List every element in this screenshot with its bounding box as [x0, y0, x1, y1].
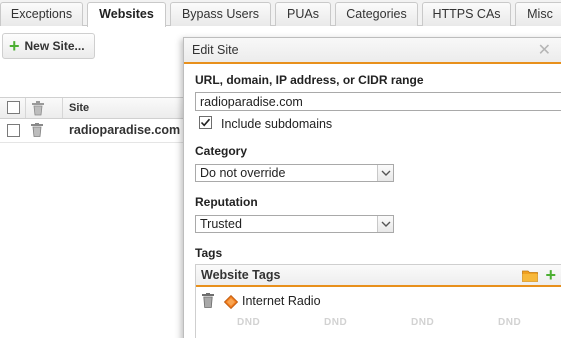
reputation-label: Reputation	[195, 195, 258, 209]
tab-bypass-users[interactable]: Bypass Users	[170, 2, 271, 26]
tags-panel-header: Website Tags +	[196, 265, 561, 287]
include-subdomains-label: Include subdomains	[221, 117, 333, 131]
row-checkbox[interactable]	[7, 124, 20, 137]
category-select[interactable]: Do not override	[195, 164, 394, 182]
select-all-checkbox[interactable]	[7, 101, 20, 114]
website-tags-panel: Website Tags + Internet Radio DND DND DN…	[195, 264, 561, 338]
url-input[interactable]	[195, 92, 561, 111]
column-divider	[25, 98, 26, 118]
column-divider	[62, 98, 63, 118]
delete-column-trash-icon	[32, 101, 44, 116]
tab-websites[interactable]: Websites	[87, 2, 166, 27]
grid-header: Site	[0, 97, 190, 119]
tags-label: Tags	[195, 246, 223, 260]
chevron-down-icon[interactable]	[377, 165, 393, 181]
checkmark-icon	[200, 118, 211, 127]
drop-zone-label: DND	[411, 317, 435, 328]
tab-strip: Exceptions Websites Bypass Users PUAs Ca…	[0, 0, 561, 27]
tab-exceptions[interactable]: Exceptions	[0, 2, 83, 26]
tab-misc[interactable]: Misc	[515, 2, 561, 26]
category-selected-value: Do not override	[200, 166, 286, 180]
tag-name: Internet Radio	[242, 294, 321, 308]
drop-zone-label: DND	[237, 317, 261, 328]
folder-icon[interactable]	[522, 269, 538, 282]
dialog-title: Edit Site	[192, 43, 239, 57]
drop-zone-label: DND	[498, 317, 522, 328]
close-icon[interactable]: ✕	[538, 40, 551, 60]
table-row[interactable]: radioparadise.com	[0, 119, 190, 143]
tab-puas[interactable]: PUAs	[275, 2, 331, 26]
reputation-selected-value: Trusted	[200, 217, 242, 231]
new-site-label: New Site...	[24, 39, 85, 53]
category-label: Category	[195, 144, 248, 158]
new-site-button[interactable]: + New Site...	[2, 33, 95, 59]
include-subdomains-checkbox[interactable]	[199, 116, 212, 129]
delete-row-trash-icon[interactable]	[31, 123, 43, 137]
edit-site-dialog: Edit Site ✕ URL, domain, IP address, or …	[183, 37, 561, 338]
tab-https-cas[interactable]: HTTPS CAs	[422, 2, 511, 26]
remove-tag-trash-icon[interactable]	[202, 293, 214, 308]
plus-icon: +	[9, 36, 20, 56]
drop-zone-label: DND	[324, 317, 348, 328]
tab-categories[interactable]: Categories	[335, 2, 418, 26]
tags-panel-title: Website Tags	[201, 268, 281, 282]
list-item[interactable]: Internet Radio	[196, 293, 561, 313]
dialog-titlebar[interactable]: Edit Site ✕	[184, 38, 561, 64]
site-column-header[interactable]: Site	[69, 102, 89, 114]
reputation-select[interactable]: Trusted	[195, 215, 394, 233]
orange-diamond-tag-icon	[224, 295, 238, 309]
url-label: URL, domain, IP address, or CIDR range	[195, 73, 424, 87]
site-cell: radioparadise.com	[69, 123, 181, 137]
add-tag-icon[interactable]: +	[545, 266, 556, 284]
chevron-down-icon[interactable]	[377, 216, 393, 232]
